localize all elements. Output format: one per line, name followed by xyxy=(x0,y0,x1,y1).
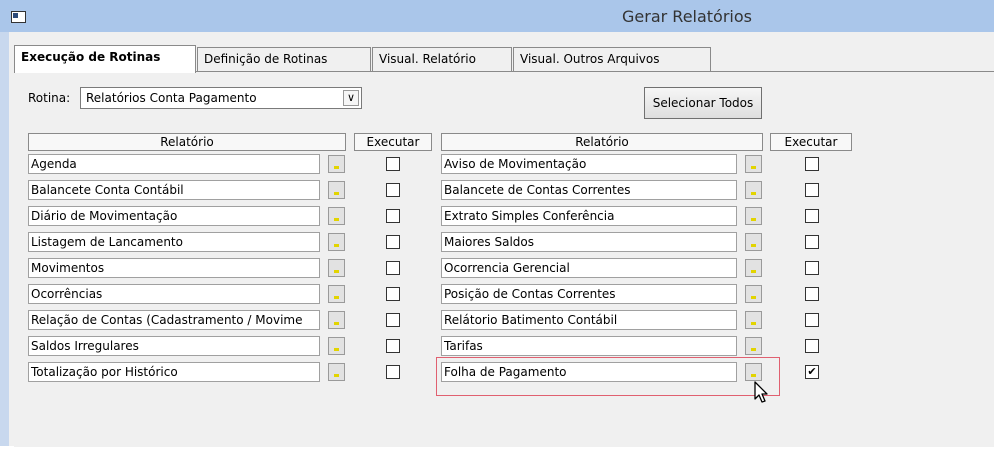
tab-definicao-rotinas[interactable]: Definição de Rotinas xyxy=(197,47,371,71)
lookup-button-icon[interactable] xyxy=(328,233,345,251)
left-report-name: Diário de Movimentação xyxy=(28,206,320,226)
right-report-name: Relátorio Batimento Contábil xyxy=(441,310,737,330)
title-bar: Gerar Relatórios xyxy=(0,0,994,32)
select-all-button[interactable]: Selecionar Todos xyxy=(644,87,762,119)
app-window-icon[interactable] xyxy=(11,11,26,23)
right-execute-checkbox[interactable] xyxy=(805,157,819,171)
rotina-select-value: Relatórios Conta Pagamento xyxy=(86,91,257,105)
chevron-down-icon[interactable]: ∨ xyxy=(343,90,359,106)
lookup-button-icon[interactable] xyxy=(745,337,762,355)
lookup-button-icon[interactable] xyxy=(745,233,762,251)
right-report-header: Relatório xyxy=(441,133,763,151)
left-execute-checkbox[interactable] xyxy=(386,339,400,353)
right-report-name: Posição de Contas Correntes xyxy=(441,284,737,304)
right-report-name: Balancete de Contas Correntes xyxy=(441,180,737,200)
left-report-name: Totalização por Histórico xyxy=(28,362,320,382)
right-report-name: Ocorrencia Gerencial xyxy=(441,258,737,278)
right-execute-checkbox[interactable] xyxy=(805,183,819,197)
lookup-button-icon[interactable] xyxy=(745,155,762,173)
lookup-button-icon[interactable] xyxy=(328,337,345,355)
lookup-button-icon[interactable] xyxy=(328,285,345,303)
left-execute-checkbox[interactable] xyxy=(386,261,400,275)
highlight-annotation xyxy=(436,357,780,396)
right-report-name: Tarifas xyxy=(441,336,737,356)
lookup-button-icon[interactable] xyxy=(328,207,345,225)
left-report-name: Agenda xyxy=(28,154,320,174)
window-title: Gerar Relatórios xyxy=(622,7,752,26)
right-report-name: Extrato Simples Conferência xyxy=(441,206,737,226)
lookup-button-icon[interactable] xyxy=(745,259,762,277)
left-execute-checkbox[interactable] xyxy=(386,287,400,301)
left-execute-checkbox[interactable] xyxy=(386,235,400,249)
lookup-button-icon[interactable] xyxy=(328,259,345,277)
right-execute-checkbox[interactable]: ✔ xyxy=(805,365,819,379)
right-execute-checkbox[interactable] xyxy=(805,209,819,223)
left-report-header: Relatório xyxy=(28,133,346,151)
right-execute-checkbox[interactable] xyxy=(805,339,819,353)
left-report-name: Balancete Conta Contábil xyxy=(28,180,320,200)
lookup-button-icon[interactable] xyxy=(328,155,345,173)
lookup-button-icon[interactable] xyxy=(328,363,345,381)
left-execute-checkbox[interactable] xyxy=(386,209,400,223)
lookup-button-icon[interactable] xyxy=(745,285,762,303)
tab-visual-relatorio[interactable]: Visual. Relatório xyxy=(372,47,512,71)
lookup-button-icon[interactable] xyxy=(745,207,762,225)
left-execute-checkbox[interactable] xyxy=(386,183,400,197)
tab-execucao-rotinas[interactable]: Execução de Rotinas xyxy=(14,45,196,73)
window-left-border xyxy=(0,32,9,446)
right-execute-checkbox[interactable] xyxy=(805,261,819,275)
left-execute-checkbox[interactable] xyxy=(386,365,400,379)
left-execute-checkbox[interactable] xyxy=(386,157,400,171)
rotina-select[interactable]: Relatórios Conta Pagamento ∨ xyxy=(80,87,362,109)
rotina-label: Rotina: xyxy=(28,91,71,105)
lookup-button-icon[interactable] xyxy=(745,181,762,199)
right-execute-checkbox[interactable] xyxy=(805,287,819,301)
right-execute-checkbox[interactable] xyxy=(805,313,819,327)
left-report-name: Ocorrências xyxy=(28,284,320,304)
mouse-pointer-icon xyxy=(754,381,768,403)
right-execute-header: Executar xyxy=(770,133,852,151)
left-report-name: Movimentos xyxy=(28,258,320,278)
left-execute-checkbox[interactable] xyxy=(386,313,400,327)
lookup-button-icon[interactable] xyxy=(328,181,345,199)
right-execute-checkbox[interactable] xyxy=(805,235,819,249)
left-report-name: Listagem de Lancamento xyxy=(28,232,320,252)
tab-visual-outros-arquivos[interactable]: Visual. Outros Arquivos xyxy=(513,47,711,71)
left-execute-header: Executar xyxy=(354,133,432,151)
left-report-name: Relação de Contas (Cadastramento / Movim… xyxy=(28,310,320,330)
right-report-name: Maiores Saldos xyxy=(441,232,737,252)
right-report-name: Aviso de Movimentação xyxy=(441,154,737,174)
left-report-name: Saldos Irregulares xyxy=(28,336,320,356)
lookup-button-icon[interactable] xyxy=(745,311,762,329)
lookup-button-icon[interactable] xyxy=(328,311,345,329)
